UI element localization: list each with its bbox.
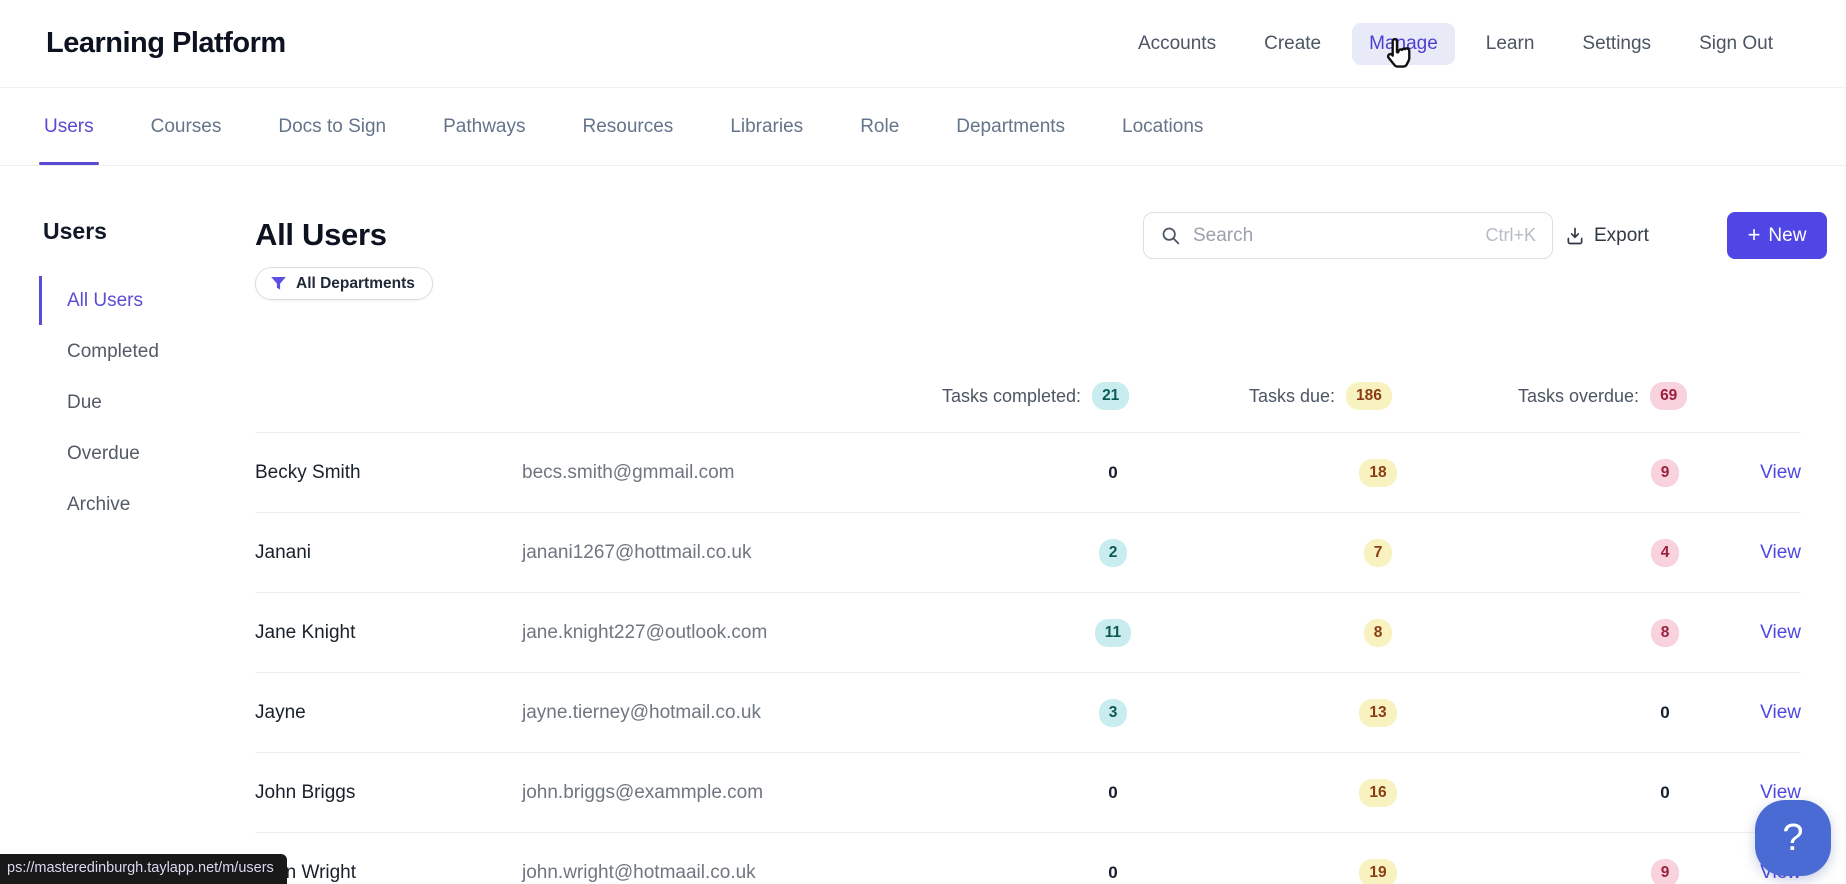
page-title: All Users (255, 217, 387, 252)
brand-logo: Learning Platform (46, 27, 286, 59)
user-email: jayne.tierney@hotmail.co.uk (522, 701, 761, 723)
table-row: Janani janani1267@hottmail.co.uk 2 7 4 V… (255, 513, 1801, 593)
stat-tasks-overdue: Tasks overdue: 69 (1518, 380, 1688, 412)
link-url-statusbar: ps://masteredinburgh.taylapp.net/m/users (0, 854, 287, 884)
tasks-due-value: 18 (1359, 458, 1397, 487)
tab-locations[interactable]: Locations (1122, 88, 1203, 165)
tab-departments[interactable]: Departments (956, 88, 1065, 165)
user-name: John Wright (255, 861, 357, 883)
nav-item-settings[interactable]: Settings (1565, 23, 1668, 65)
tasks-overdue-value: 9 (1650, 458, 1680, 487)
new-label: New (1768, 224, 1807, 246)
users-table: Becky Smith becs.smith@gmmail.com 0 18 9… (255, 432, 1801, 884)
stat-label: Tasks overdue: (1518, 385, 1640, 406)
table-row: John Wright john.wright@hotmaail.co.uk 0… (255, 833, 1801, 884)
tasks-due-value: 19 (1359, 858, 1397, 884)
tasks-overdue-value: 4 (1650, 538, 1680, 567)
nav-item-learn[interactable]: Learn (1469, 23, 1552, 65)
tasks-due-value: 8 (1363, 618, 1393, 647)
user-name: Becky Smith (255, 461, 361, 483)
view-link[interactable]: View (1760, 702, 1801, 724)
tasks-completed-value: 2 (1098, 538, 1128, 567)
view-link[interactable]: View (1760, 542, 1801, 564)
search-icon (1160, 225, 1181, 246)
help-button[interactable]: ? (1755, 800, 1831, 876)
tasks-overdue-value: 8 (1650, 618, 1680, 647)
stat-tasks-completed: Tasks completed: 21 (942, 380, 1130, 412)
tasks-completed-value: 0 (1108, 782, 1118, 802)
tab-docs-to-sign[interactable]: Docs to Sign (278, 88, 386, 165)
table-row: Becky Smith becs.smith@gmmail.com 0 18 9… (255, 433, 1801, 513)
view-link[interactable]: View (1760, 462, 1801, 484)
nav-item-manage[interactable]: Manage (1352, 22, 1455, 65)
stat-badge: 21 (1092, 382, 1130, 410)
section-tabs: Users Courses Docs to Sign Pathways Reso… (0, 88, 1846, 166)
tab-role[interactable]: Role (860, 88, 899, 165)
user-email: jane.knight227@outlook.com (522, 621, 768, 643)
tab-libraries[interactable]: Libraries (730, 88, 803, 165)
nav-item-sign-out[interactable]: Sign Out (1682, 23, 1790, 65)
tasks-due-value: 13 (1359, 698, 1397, 727)
sidebar-item-completed[interactable]: Completed (39, 326, 229, 377)
sidebar-item-all-users[interactable]: All Users (39, 275, 229, 326)
user-email: john.briggs@exammple.com (522, 781, 764, 803)
search-box[interactable]: Ctrl+K (1143, 212, 1553, 259)
download-icon (1565, 226, 1585, 246)
export-button[interactable]: Export (1565, 212, 1649, 259)
user-email: john.wright@hotmaail.co.uk (522, 861, 756, 883)
view-link[interactable]: View (1760, 622, 1801, 644)
tasks-completed-value: 0 (1108, 462, 1118, 482)
plus-icon: + (1747, 221, 1761, 247)
export-label: Export (1594, 224, 1649, 246)
stat-badge: 186 (1346, 382, 1392, 410)
stat-tasks-due: Tasks due: 186 (1249, 380, 1392, 412)
user-name: Jayne (255, 701, 306, 723)
tasks-due-value: 16 (1359, 778, 1397, 807)
tasks-overdue-value: 0 (1660, 782, 1670, 802)
tab-courses[interactable]: Courses (151, 88, 222, 165)
table-row: Jayne jayne.tierney@hotmail.co.uk 3 13 0… (255, 673, 1801, 753)
user-email: becs.smith@gmmail.com (522, 461, 735, 483)
tasks-due-value: 7 (1363, 538, 1393, 567)
nav-item-create[interactable]: Create (1247, 23, 1338, 65)
department-filter-chip[interactable]: All Departments (255, 267, 433, 300)
tasks-completed-value: 11 (1094, 618, 1132, 647)
new-button[interactable]: + New (1727, 212, 1827, 259)
tab-resources[interactable]: Resources (582, 88, 673, 165)
stat-label: Tasks completed: (942, 385, 1082, 406)
table-row: Jane Knight jane.knight227@outlook.com 1… (255, 593, 1801, 673)
sidebar-item-overdue[interactable]: Overdue (39, 428, 229, 479)
app-header: Learning Platform Accounts Create Manage… (0, 0, 1846, 88)
stat-label: Tasks due: (1249, 385, 1336, 406)
search-shortcut-hint: Ctrl+K (1485, 225, 1536, 245)
department-filter-label: All Departments (296, 274, 415, 292)
user-name: John Briggs (255, 781, 356, 803)
sidebar-item-archive[interactable]: Archive (39, 479, 229, 530)
table-row: John Briggs john.briggs@exammple.com 0 1… (255, 753, 1801, 833)
sidebar-list: All Users Completed Due Overdue Archive (39, 275, 229, 530)
funnel-icon (270, 276, 287, 291)
top-nav: Accounts Create Manage Learn Settings Si… (1121, 22, 1790, 65)
sidebar-item-due[interactable]: Due (39, 377, 229, 428)
tasks-overdue-value: 9 (1650, 858, 1680, 884)
user-email: janani1267@hottmail.co.uk (522, 541, 752, 563)
tasks-overdue-value: 0 (1660, 702, 1670, 722)
user-name: Janani (255, 541, 311, 563)
tab-users[interactable]: Users (39, 88, 99, 165)
sidebar-title: Users (43, 218, 107, 244)
sidebar: Users All Users Completed Due Overdue Ar… (39, 218, 229, 530)
search-input[interactable] (1193, 224, 1474, 247)
user-name: Jane Knight (255, 621, 356, 643)
tasks-completed-value: 3 (1098, 698, 1128, 727)
stat-badge: 69 (1650, 382, 1688, 410)
question-mark-icon: ? (1782, 816, 1804, 859)
tasks-completed-value: 0 (1108, 862, 1118, 882)
nav-item-accounts[interactable]: Accounts (1121, 23, 1233, 65)
tab-pathways[interactable]: Pathways (443, 88, 525, 165)
